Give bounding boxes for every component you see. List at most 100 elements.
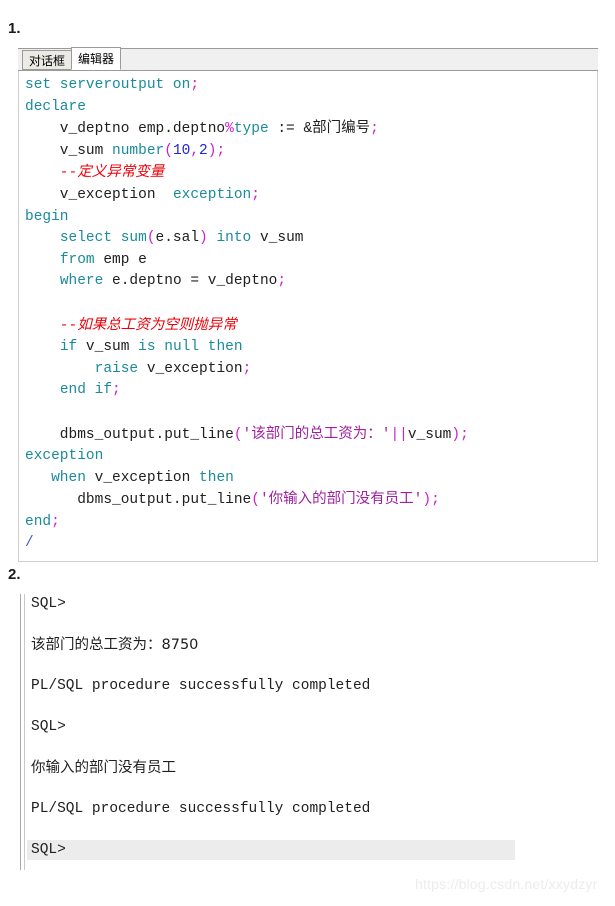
code-token: v_exception	[138, 360, 243, 377]
sql-console-output: SQL> 该部门的总工资为：8750 PL/SQL procedure succes…	[20, 594, 598, 870]
code-token: v_sum	[407, 426, 452, 443]
console-output-line: PL/SQL procedure successfully completed	[31, 678, 371, 694]
code-token: where	[59, 273, 104, 290]
code-line: dbms_output.put_line('该部门的总工资为：'||v_sum)…	[25, 426, 469, 443]
code-token: 如果总工资为空则抛异常	[77, 316, 237, 333]
code-token: ;	[277, 273, 287, 290]
code-token: 部门编号	[312, 120, 371, 137]
code-token: 10	[172, 142, 191, 159]
code-token: begin	[25, 208, 69, 225]
code-token: then	[199, 469, 234, 486]
code-line: from emp e	[25, 252, 147, 268]
code-token: when	[51, 469, 86, 486]
code-line: declare	[25, 99, 86, 115]
editor-tab-label: 编辑器	[78, 52, 115, 66]
code-token: ;	[370, 121, 379, 138]
code-token: '	[242, 426, 252, 443]
editor-tab-label: 对话框	[29, 54, 66, 68]
code-token: )	[451, 426, 461, 443]
sql-editor-widget: 对话框 编辑器 set serveroutput on; declare v_de…	[18, 47, 598, 563]
code-token: v_exception	[25, 186, 173, 203]
code-token: select sum	[59, 230, 147, 247]
console-left-rail	[20, 594, 25, 870]
code-token: number	[112, 142, 165, 159]
code-token: v_sum	[25, 142, 113, 159]
section-number-2: 2.	[8, 566, 21, 583]
code-token: end	[25, 513, 52, 530]
code-token: (	[146, 230, 156, 247]
code-token: := &	[268, 121, 313, 138]
code-line: where e.deptno = v_deptno;	[25, 273, 286, 289]
code-token: emp e	[94, 251, 147, 268]
code-line: end;	[25, 514, 60, 530]
code-token: ;	[216, 142, 226, 159]
console-output-line: SQL>	[27, 840, 515, 860]
console-output-line: SQL>	[31, 719, 66, 735]
code-token: ;	[51, 513, 60, 530]
console-output-line: PL/SQL procedure successfully completed	[31, 801, 371, 817]
console-output-line: 该部门的总工资为：8750	[31, 637, 199, 653]
code-token: (	[251, 492, 260, 509]
code-token: exception	[25, 448, 104, 465]
blog-watermark: https://blog.csdn.net/xxydzyr	[415, 876, 598, 892]
code-token: '	[259, 492, 269, 509]
console-output-body[interactable]: SQL> 该部门的总工资为：8750 PL/SQL procedure succes…	[27, 594, 598, 870]
code-token: /	[25, 535, 34, 552]
code-line: --如果总工资为空则抛异常	[25, 316, 237, 334]
code-token: (	[164, 142, 173, 159]
code-token: ||	[390, 426, 408, 443]
code-token: 你输入的部门没有员工	[268, 491, 414, 508]
console-output-line: SQL>	[31, 596, 66, 612]
code-token: 定义异常变量	[77, 164, 165, 181]
code-token: ;	[190, 77, 200, 93]
editor-tab-1[interactable]: 对话框	[22, 50, 73, 70]
code-token: ,	[190, 142, 200, 159]
code-line: exception	[25, 448, 103, 464]
code-token: e.sal	[155, 230, 200, 247]
code-token: 2	[199, 142, 208, 159]
code-line: /	[25, 535, 34, 551]
code-token: declare	[25, 98, 86, 115]
editor-tab-2[interactable]: 编辑器	[71, 47, 122, 70]
code-line: --定义异常变量	[25, 164, 165, 181]
code-token: dbms_output.put_line	[25, 426, 234, 443]
code-token: v_exception	[85, 469, 200, 486]
sql-source-code[interactable]: set serveroutput on; declare v_deptno em…	[25, 75, 597, 555]
code-token: into	[216, 230, 252, 247]
code-token: v_deptno emp.deptno	[25, 121, 226, 138]
code-line: dbms_output.put_line('你输入的部门没有员工');	[25, 491, 440, 509]
code-token: exception	[172, 186, 252, 203]
code-token: --	[25, 317, 78, 334]
code-token: ;	[242, 360, 252, 377]
code-pane[interactable]: set serveroutput on; declare v_deptno em…	[18, 71, 598, 563]
code-token: is null then	[138, 339, 243, 356]
code-token: from	[59, 251, 95, 268]
editor-tabstrip: 对话框 编辑器	[18, 47, 598, 71]
section-number-1: 1.	[8, 20, 21, 37]
code-token: if	[59, 339, 78, 356]
code-token: )	[422, 492, 432, 509]
code-line: if v_sum is null then	[25, 339, 243, 355]
code-token: type	[233, 121, 269, 138]
code-line: end if;	[25, 382, 121, 398]
code-line: when v_exception then	[25, 470, 234, 486]
code-line: v_sum number(10,2);	[25, 143, 225, 159]
code-token: e.deptno = v_deptno	[103, 273, 278, 290]
code-line: v_deptno emp.deptno%type := &部门编号;	[25, 120, 379, 138]
code-token: ;	[251, 186, 260, 203]
code-token: ;	[112, 382, 121, 399]
code-token: (	[233, 426, 243, 443]
code-token: %	[225, 121, 234, 138]
code-token: dbms_output.put_line	[25, 492, 252, 509]
code-token: set serveroutput on	[25, 77, 191, 93]
code-line: raise v_exception;	[25, 360, 252, 377]
code-line: select sum(e.sal) into v_sum	[25, 230, 304, 247]
code-token: ;	[460, 426, 469, 443]
